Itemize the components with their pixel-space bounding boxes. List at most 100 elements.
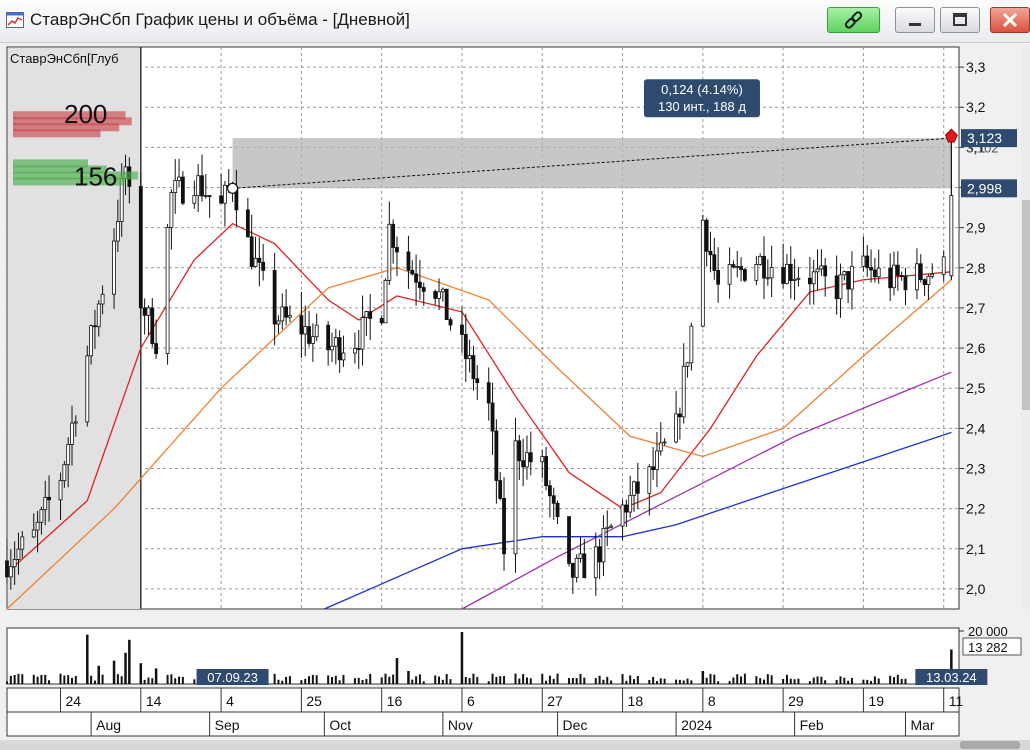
minimize-button[interactable] bbox=[895, 7, 935, 33]
candle-body bbox=[647, 466, 652, 494]
minimize-icon bbox=[909, 23, 921, 26]
candle-body bbox=[35, 521, 40, 531]
candle-body bbox=[326, 324, 331, 351]
candle-body bbox=[146, 307, 151, 316]
candle-body bbox=[570, 562, 575, 578]
candle-body bbox=[551, 495, 556, 504]
y-tick-label: 2,8 bbox=[966, 260, 986, 276]
candle-body bbox=[540, 456, 545, 463]
maximize-button[interactable] bbox=[940, 7, 980, 33]
candle-body bbox=[406, 251, 411, 271]
candle-body bbox=[112, 240, 116, 295]
x-month-label: Sep bbox=[215, 717, 240, 733]
y-tick-label: 3,3 bbox=[966, 59, 986, 75]
candle-body bbox=[62, 464, 67, 482]
candle-body bbox=[869, 267, 873, 271]
candle-body bbox=[739, 266, 743, 270]
candle-body bbox=[635, 481, 640, 494]
candle-body bbox=[754, 264, 759, 281]
candle-body bbox=[383, 279, 388, 324]
candle-body bbox=[544, 456, 548, 487]
candle bbox=[513, 417, 518, 573]
candle-body bbox=[712, 254, 717, 271]
depth-label-low: 156 bbox=[74, 161, 117, 191]
candle-body bbox=[842, 271, 847, 276]
candle-body bbox=[180, 176, 185, 204]
candle-body bbox=[245, 209, 250, 238]
candle-body bbox=[303, 326, 308, 335]
candle-body bbox=[284, 306, 289, 318]
candle-body bbox=[58, 480, 63, 501]
candle-body bbox=[731, 264, 736, 268]
measure-start-handle[interactable] bbox=[226, 182, 239, 194]
x-day-label: 24 bbox=[66, 693, 82, 709]
candle-body bbox=[735, 266, 740, 268]
y-high-label: 3,123 bbox=[967, 130, 1002, 146]
horizontal-scroll-thumb[interactable] bbox=[960, 741, 1020, 749]
candle-body bbox=[899, 275, 904, 277]
y-tick-label: 2,6 bbox=[966, 340, 986, 356]
candle-body bbox=[253, 257, 258, 267]
candle-body bbox=[310, 336, 315, 344]
connect-button[interactable] bbox=[827, 7, 880, 33]
vertical-scroll-thumb[interactable] bbox=[1022, 200, 1030, 410]
price-volume-chart[interactable]: 0,124 (4.14%) 130 инт., 188 д 200 156 3,3 3… bbox=[0, 42, 1030, 740]
x-month-label: Mar bbox=[910, 717, 934, 733]
horizontal-scrollbar[interactable] bbox=[0, 740, 1030, 750]
y-tick-label: 2,0 bbox=[966, 581, 986, 597]
candle-body bbox=[280, 306, 285, 322]
candle-body bbox=[364, 311, 369, 318]
candle-body bbox=[838, 274, 843, 300]
candle-body bbox=[593, 546, 598, 579]
y-low-label: 2,998 bbox=[967, 180, 1002, 196]
candle-body bbox=[578, 553, 583, 559]
candle bbox=[700, 214, 705, 328]
candle-body bbox=[930, 273, 935, 277]
candle-body bbox=[142, 307, 147, 316]
candle-body bbox=[207, 195, 212, 197]
candle-body bbox=[421, 287, 426, 292]
candle-body bbox=[138, 186, 143, 309]
candle-body bbox=[89, 325, 94, 357]
candle-body bbox=[353, 348, 357, 354]
candle-body bbox=[16, 548, 21, 560]
volume-panel-background bbox=[6, 627, 960, 685]
chart-app-icon bbox=[6, 12, 24, 28]
candle-body bbox=[70, 422, 74, 445]
candle-body bbox=[444, 288, 449, 321]
candle-body bbox=[219, 195, 224, 204]
candle-body bbox=[177, 176, 181, 181]
candle-body bbox=[727, 264, 732, 285]
candle-body bbox=[716, 270, 721, 285]
candle-body bbox=[498, 480, 503, 499]
candle-body bbox=[93, 325, 97, 328]
candle-body bbox=[915, 263, 919, 291]
candle-body bbox=[651, 466, 656, 471]
candle-body bbox=[620, 504, 625, 527]
candle-body bbox=[888, 267, 893, 289]
candle-body bbox=[467, 355, 472, 360]
window-title: СтаврЭнСбп График цены и объёма - [Дневн… bbox=[30, 10, 410, 29]
volume-left-date-label: 07.09.23 bbox=[207, 670, 258, 685]
x-day-label: 14 bbox=[146, 693, 162, 709]
candle-body bbox=[758, 256, 763, 265]
candle-body bbox=[276, 320, 281, 325]
candle-body bbox=[926, 275, 931, 286]
close-button[interactable] bbox=[990, 7, 1030, 33]
y-tick-label: 2,1 bbox=[966, 541, 986, 557]
y-tick-label: 2,9 bbox=[966, 220, 986, 236]
y-tick-label: 2,3 bbox=[966, 461, 986, 477]
candle-body bbox=[815, 268, 820, 273]
candle-body bbox=[165, 227, 170, 354]
link-icon bbox=[844, 11, 863, 29]
candle-body bbox=[73, 421, 78, 424]
candle-body bbox=[792, 278, 797, 281]
x-day-label: 11 bbox=[949, 693, 964, 709]
candle-body bbox=[655, 450, 659, 471]
candle-body bbox=[150, 307, 155, 344]
x-day-label: 27 bbox=[547, 693, 563, 709]
candle-body bbox=[330, 345, 334, 351]
x-day-label: 25 bbox=[306, 693, 322, 709]
candle-body bbox=[299, 315, 304, 335]
measure-label-change: 0,124 (4.14%) bbox=[661, 82, 743, 97]
